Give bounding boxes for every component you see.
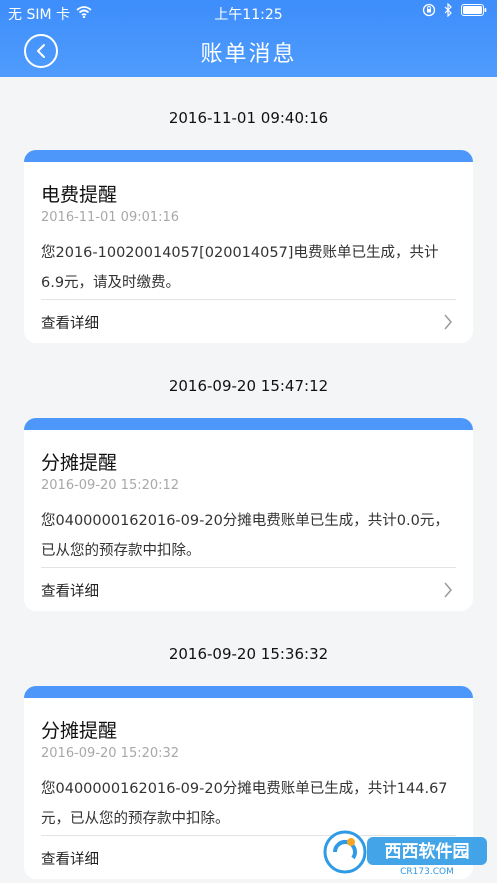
chevron-right-icon	[444, 314, 452, 330]
view-details-link[interactable]: 查看详细	[24, 568, 473, 610]
message-title: 分摊提醒	[41, 452, 118, 474]
view-details-label: 查看详细	[41, 584, 99, 600]
message-body-line: 您2016-10020014057[020014057]电费账单已生成，共计	[41, 245, 439, 261]
message-date: 2016-11-01 09:01:16	[41, 210, 180, 225]
message-timestamp: 2016-11-01 09:40:16	[168, 109, 329, 127]
view-details-label: 查看详细	[41, 316, 99, 332]
watermark-logo: 西西软件园 CR173.COM	[323, 827, 493, 877]
watermark-text: 西西软件园	[385, 841, 470, 862]
card-accent-strip	[24, 418, 473, 430]
message-body-line: 6.9元，请及时缴费。	[41, 275, 181, 291]
page-title: 账单消息	[200, 42, 297, 67]
message-timestamp: 2016-09-20 15:47:12	[168, 377, 329, 395]
view-details-link[interactable]: 查看详细	[24, 300, 473, 342]
battery-icon	[461, 4, 487, 20]
message-timestamp: 2016-09-20 15:36:32	[168, 645, 329, 663]
message-card: 分摊提醒 2016-09-20 15:20:12 您0400000162016-…	[24, 418, 473, 611]
message-date: 2016-09-20 15:20:32	[41, 746, 180, 761]
message-body: 您0400000162016-09-20分摊电费账单已生成，共计144.67 元…	[41, 774, 461, 834]
app-header: 无 SIM 卡 上午11:25 账单消息	[0, 0, 497, 77]
status-right	[422, 2, 487, 21]
chevron-right-icon	[444, 582, 452, 598]
message-title: 电费提醒	[41, 184, 118, 206]
message-body-line: 您0400000162016-09-20分摊电费账单已生成，共计0.0元，	[41, 513, 449, 529]
message-date: 2016-09-20 15:20:12	[41, 478, 180, 493]
card-accent-strip	[24, 686, 473, 698]
watermark-url: CR173.COM	[400, 867, 454, 877]
status-bar: 无 SIM 卡 上午11:25	[0, 0, 497, 26]
message-title: 分摊提醒	[41, 720, 118, 742]
message-card: 电费提醒 2016-11-01 09:01:16 您2016-100200140…	[24, 150, 473, 343]
rotation-lock-icon	[422, 3, 436, 21]
message-body-line: 已从您的预存款中扣除。	[41, 543, 201, 559]
message-body-line: 您0400000162016-09-20分摊电费账单已生成，共计144.67	[41, 781, 448, 797]
bluetooth-icon	[444, 2, 453, 21]
card-accent-strip	[24, 150, 473, 162]
view-details-label: 查看详细	[41, 852, 99, 868]
message-body: 您2016-10020014057[020014057]电费账单已生成，共计 6…	[41, 238, 461, 298]
message-body: 您0400000162016-09-20分摊电费账单已生成，共计0.0元， 已从…	[41, 506, 461, 566]
